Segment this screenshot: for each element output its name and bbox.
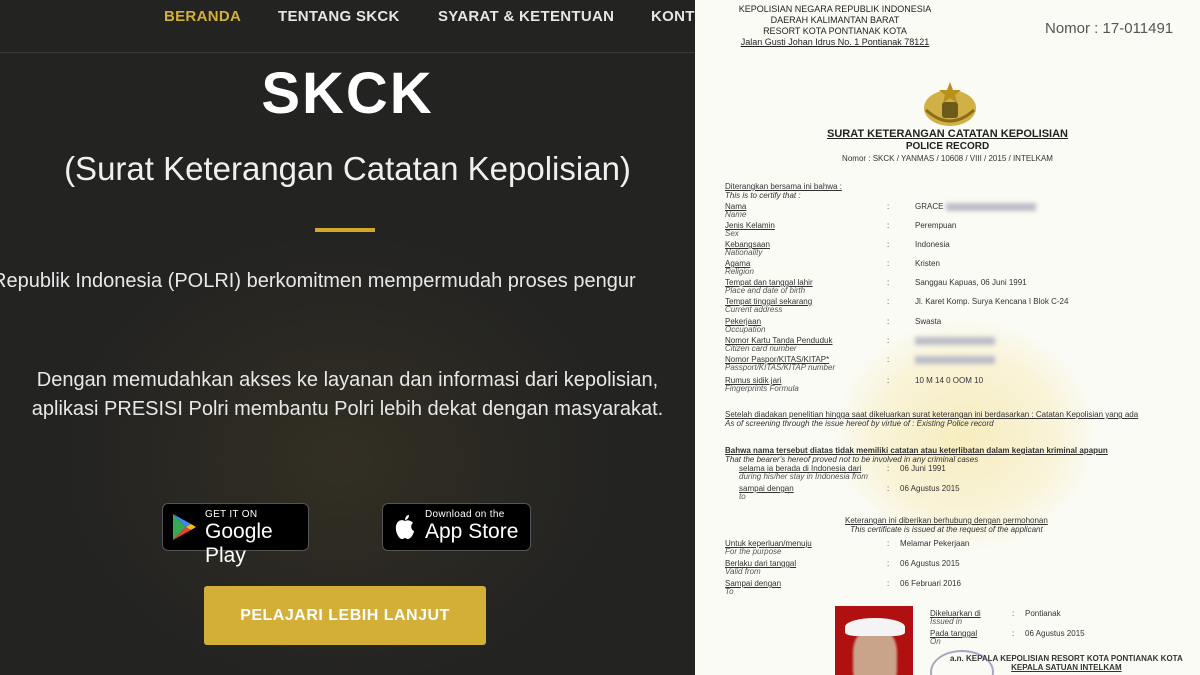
criminal-statement-id: Bahwa nama tersebut diatas tidak memilik… bbox=[725, 446, 1108, 455]
website-panel: BERANDA TENTANG SKCK SYARAT & KETENTUAN … bbox=[0, 0, 695, 675]
field-value: 10 M 14 0 OOM 10 bbox=[915, 376, 984, 385]
screening-statement: Setelah diadakan penelitian hingga saat … bbox=[725, 410, 1138, 428]
top-nav: BERANDA TENTANG SKCK SYARAT & KETENTUAN … bbox=[0, 0, 695, 53]
field-value: Perempuan bbox=[915, 221, 957, 230]
header-line-2: DAERAH KALIMANTAN BARAT bbox=[770, 15, 900, 25]
field-label-en: to bbox=[739, 492, 746, 501]
screening-id: Setelah diadakan penelitian hingga saat … bbox=[725, 410, 1139, 419]
learn-more-button[interactable]: PELAJARI LEBIH LANJUT bbox=[204, 586, 486, 645]
nav-item-kontak[interactable]: KONT bbox=[651, 8, 695, 25]
google-play-button[interactable]: GET IT ON Google Play bbox=[162, 503, 309, 567]
field-value: Melamar Pekerjaan bbox=[900, 539, 970, 548]
field-value: Jl. Karet Komp. Surya Kencana I Blok C-2… bbox=[915, 297, 1069, 306]
document-subtitle: POLICE RECORD bbox=[905, 141, 990, 152]
criminal-record-statement: Bahwa nama tersebut diatas tidak memilik… bbox=[725, 446, 1108, 464]
app-store-small-text: Download on the bbox=[425, 509, 505, 520]
nav-item-tentang-skck[interactable]: TENTANG SKCK bbox=[278, 8, 400, 25]
field-value: Swasta bbox=[915, 317, 942, 326]
field-label: sampai dengan bbox=[739, 484, 794, 493]
police-crest-icon bbox=[924, 82, 976, 126]
intro-id: Diterangkan bersama ini bahwa : bbox=[725, 182, 842, 191]
field-label-en: Place and date of birth bbox=[725, 286, 806, 295]
field-label-en: Sex bbox=[725, 229, 739, 238]
field-label-en: For the purpose bbox=[725, 547, 782, 556]
request-note: Keterangan ini diberikan berhubung denga… bbox=[845, 516, 1048, 534]
title-divider bbox=[315, 228, 375, 232]
field-value: GRACE bbox=[915, 203, 1036, 211]
field-label-en: Occupation bbox=[725, 325, 766, 334]
intro-paragraph: Republik Indonesia (POLRI) berkomitmen m… bbox=[0, 270, 636, 292]
redacted-id bbox=[915, 337, 995, 345]
field-value: 06 Agustus 2015 bbox=[900, 559, 960, 568]
field-label-en: during his/her stay in Indonesia from bbox=[739, 472, 868, 481]
description-line-1: Dengan memudahkan akses ke layanan dan i… bbox=[36, 369, 659, 391]
field-label: Jenis Kelamin bbox=[725, 221, 775, 230]
google-play-small-text: GET IT ON bbox=[205, 509, 258, 520]
field-label-en: Fingerprints Formula bbox=[725, 384, 799, 393]
request-note-id: Keterangan ini diberikan berhubung denga… bbox=[845, 516, 1048, 525]
field-label-en: Passport/KITAS/KITAP number bbox=[725, 363, 836, 372]
screening-en: As of screening through the issue hereof… bbox=[725, 419, 994, 428]
field-value: Kristen bbox=[915, 259, 940, 268]
document-intro: Diterangkan bersama ini bahwa : This is … bbox=[725, 182, 842, 200]
document-serial-number: Nomor : 17-011491 bbox=[1045, 20, 1174, 37]
header-line-3: RESORT KOTA PONTIANAK KOTA bbox=[763, 26, 907, 36]
field-value: Sanggau Kapuas, 06 Juni 1991 bbox=[915, 278, 1027, 287]
field-label-en: Issued in bbox=[930, 617, 963, 626]
field-label: Nama bbox=[725, 202, 747, 211]
google-play-label: Google Play bbox=[205, 520, 273, 567]
page-title: SKCK bbox=[261, 61, 434, 126]
field-label-en: On bbox=[930, 637, 941, 646]
app-store-label: App Store bbox=[425, 520, 519, 543]
field-label-en: Name bbox=[725, 210, 747, 219]
field-value: Pontianak bbox=[1025, 609, 1061, 618]
field-value: 06 Juni 1991 bbox=[900, 464, 946, 473]
applicant-cap bbox=[845, 618, 905, 636]
criminal-statement-en: That the bearer's hereof proved not to b… bbox=[725, 455, 979, 464]
redacted-passport bbox=[915, 356, 995, 364]
skck-document: KEPOLISIAN NEGARA REPUBLIK INDONESIA DAE… bbox=[695, 0, 1200, 675]
field-label-en: Current address bbox=[725, 305, 783, 314]
field-value bbox=[915, 337, 995, 345]
field-value: Indonesia bbox=[915, 240, 950, 249]
field-label-en: To bbox=[725, 587, 734, 596]
field-label-en: Valid from bbox=[725, 567, 761, 576]
intro-en: This is to certify that : bbox=[725, 191, 801, 200]
applicant-photo bbox=[835, 606, 913, 675]
description-paragraph: Dengan memudahkan akses ke layanan dan i… bbox=[0, 366, 695, 424]
field-value: 06 Agustus 2015 bbox=[900, 484, 960, 493]
description-line-2: aplikasi PRESISI Polri membantu Polri le… bbox=[31, 398, 664, 420]
page-subtitle: (Surat Keterangan Catatan Kepolisian) bbox=[64, 150, 631, 187]
header-line-1: KEPOLISIAN NEGARA REPUBLIK INDONESIA bbox=[738, 4, 932, 14]
field-label-en: Nationality bbox=[725, 248, 763, 257]
redacted-name bbox=[945, 203, 1036, 211]
google-play-icon bbox=[173, 514, 196, 540]
nav-item-beranda[interactable]: BERANDA bbox=[164, 8, 241, 25]
apple-icon bbox=[395, 515, 414, 539]
header-line-4: Jalan Gusti Johan Idrus No. 1 Pontianak … bbox=[740, 37, 930, 47]
field-value bbox=[915, 356, 995, 364]
request-note-en: This certificate is issued at the reques… bbox=[850, 525, 1043, 534]
nav-item-syarat-ketentuan[interactable]: SYARAT & KETENTUAN bbox=[438, 8, 614, 25]
field-label: Sampai dengan bbox=[725, 579, 782, 588]
field-value: 06 Februari 2016 bbox=[900, 579, 961, 588]
field-value: 06 Agustus 2015 bbox=[1025, 629, 1085, 638]
document-header: KEPOLISIAN NEGARA REPUBLIK INDONESIA DAE… bbox=[725, 4, 945, 48]
field-label-en: Citizen card number bbox=[725, 344, 797, 353]
app-store-button[interactable]: Download on the App Store bbox=[382, 503, 531, 551]
document-title: SURAT KETERANGAN CATATAN KEPOLISIAN bbox=[827, 128, 1068, 140]
field-label-en: Religion bbox=[725, 267, 754, 276]
document-number-line: Nomor : SKCK / YANMAS / 10608 / VIII / 2… bbox=[842, 154, 1053, 163]
